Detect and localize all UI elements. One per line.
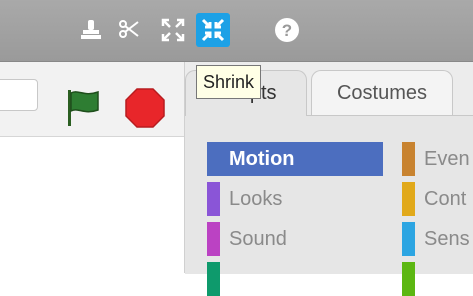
category-pen[interactable] (207, 262, 383, 296)
stop-icon[interactable] (124, 87, 166, 129)
category-label: Motion (229, 147, 295, 170)
category-color-swatch (207, 222, 220, 256)
category-label: Sound (229, 227, 287, 250)
category-label: Sens (424, 227, 470, 250)
category-color-swatch (207, 262, 220, 296)
category-label: Cont (424, 187, 467, 210)
category-operators[interactable] (402, 262, 473, 296)
category-label: Looks (229, 187, 283, 210)
category-color-swatch (207, 142, 220, 176)
category-color-swatch (402, 142, 415, 176)
editor-toolbar: ? (0, 0, 473, 62)
category-looks[interactable]: Looks (207, 182, 383, 216)
category-color-swatch (402, 262, 415, 296)
duplicate-icon (81, 20, 101, 39)
help-icon: ? (275, 18, 299, 42)
category-color-swatch (402, 222, 415, 256)
stage-area (0, 62, 185, 273)
cut-icon (119, 20, 139, 38)
category-label: Even (424, 147, 470, 170)
grow-icon (161, 18, 185, 42)
svg-text:?: ? (282, 21, 292, 40)
duplicate-button[interactable] (74, 13, 108, 47)
cut-button[interactable] (112, 13, 146, 47)
category-control[interactable]: Cont (402, 182, 473, 216)
shrink-icon (201, 18, 225, 42)
shrink-tooltip: Shrink (196, 65, 262, 99)
green-flag-icon[interactable] (64, 88, 102, 128)
shrink-button[interactable] (196, 13, 230, 47)
category-sound[interactable]: Sound (207, 222, 383, 256)
help-button[interactable]: ? (270, 13, 304, 47)
grow-button[interactable] (156, 13, 190, 47)
category-color-swatch (402, 182, 415, 216)
category-sensing[interactable]: Sens (402, 222, 473, 256)
project-title-field[interactable] (0, 79, 38, 111)
block-category-palette: Motion Looks Sound Even Cont Sens (185, 115, 473, 296)
category-color-swatch (207, 182, 220, 216)
category-events[interactable]: Even (402, 142, 473, 176)
stage-header (0, 62, 184, 137)
category-motion[interactable]: Motion (207, 142, 383, 176)
tab-costumes[interactable]: Costumes (311, 70, 453, 116)
